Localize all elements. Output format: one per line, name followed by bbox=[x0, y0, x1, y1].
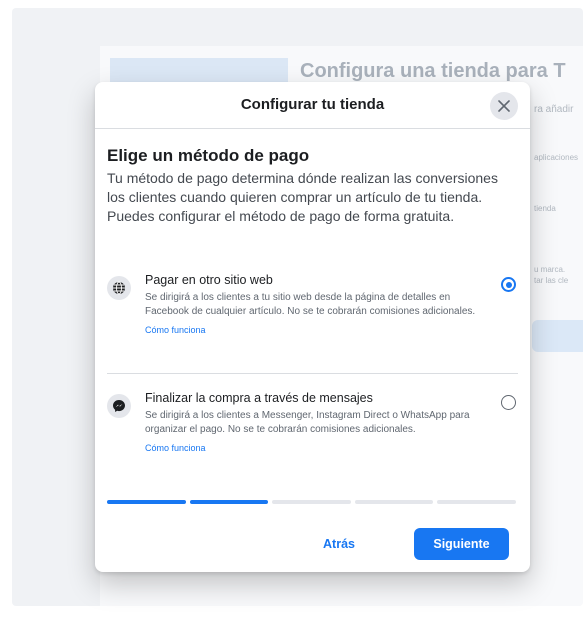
payment-option-messages[interactable]: Finalizar la compra a través de mensajes… bbox=[107, 390, 516, 456]
section-description: Tu método de pago determina dónde realiz… bbox=[107, 170, 498, 224]
dialog-title: Configurar tu tienda bbox=[240, 96, 385, 113]
dialog-intro: Elige un método de pago Tu método de pag… bbox=[107, 146, 516, 226]
option-radio-selected[interactable] bbox=[501, 277, 516, 292]
setup-shop-dialog: Configurar tu tienda Elige un método de … bbox=[95, 82, 530, 572]
globe-icon bbox=[107, 276, 131, 300]
option-title: Pagar en otro sitio web bbox=[145, 273, 273, 287]
background-text: ra añadir bbox=[534, 104, 574, 115]
close-button[interactable] bbox=[490, 92, 518, 120]
progress-step bbox=[437, 500, 516, 504]
background-title: Configura una tienda para T bbox=[300, 60, 566, 82]
how-it-works-link[interactable]: Cómo funciona bbox=[145, 325, 206, 335]
payment-option-website[interactable]: Pagar en otro sitio web Se dirigirá a lo… bbox=[107, 272, 516, 338]
option-title: Finalizar la compra a través de mensajes bbox=[145, 391, 373, 405]
background-text: tar las cle bbox=[534, 276, 569, 285]
background-text: tienda bbox=[534, 204, 556, 213]
progress-step bbox=[354, 500, 434, 504]
option-description: Se dirigirá a los clientes a tu sitio we… bbox=[145, 292, 476, 317]
messenger-icon bbox=[107, 394, 131, 418]
step-progress bbox=[107, 500, 516, 504]
background-button bbox=[532, 320, 583, 352]
how-it-works-link[interactable]: Cómo funciona bbox=[145, 443, 206, 453]
option-radio-unselected[interactable] bbox=[501, 395, 516, 410]
section-heading: Elige un método de pago bbox=[107, 146, 310, 165]
progress-step bbox=[107, 500, 186, 504]
dialog-header: Configurar tu tienda bbox=[95, 82, 530, 129]
background-text: u marca. bbox=[534, 265, 566, 274]
back-button[interactable]: Atrás bbox=[309, 528, 369, 560]
option-description: Se dirigirá a los clientes a Messenger, … bbox=[145, 410, 470, 435]
options-divider bbox=[107, 373, 518, 374]
progress-step bbox=[189, 500, 269, 504]
next-button[interactable]: Siguiente bbox=[414, 528, 509, 560]
close-icon bbox=[498, 100, 510, 112]
progress-step bbox=[272, 500, 351, 504]
background-text: aplicaciones bbox=[534, 153, 579, 162]
